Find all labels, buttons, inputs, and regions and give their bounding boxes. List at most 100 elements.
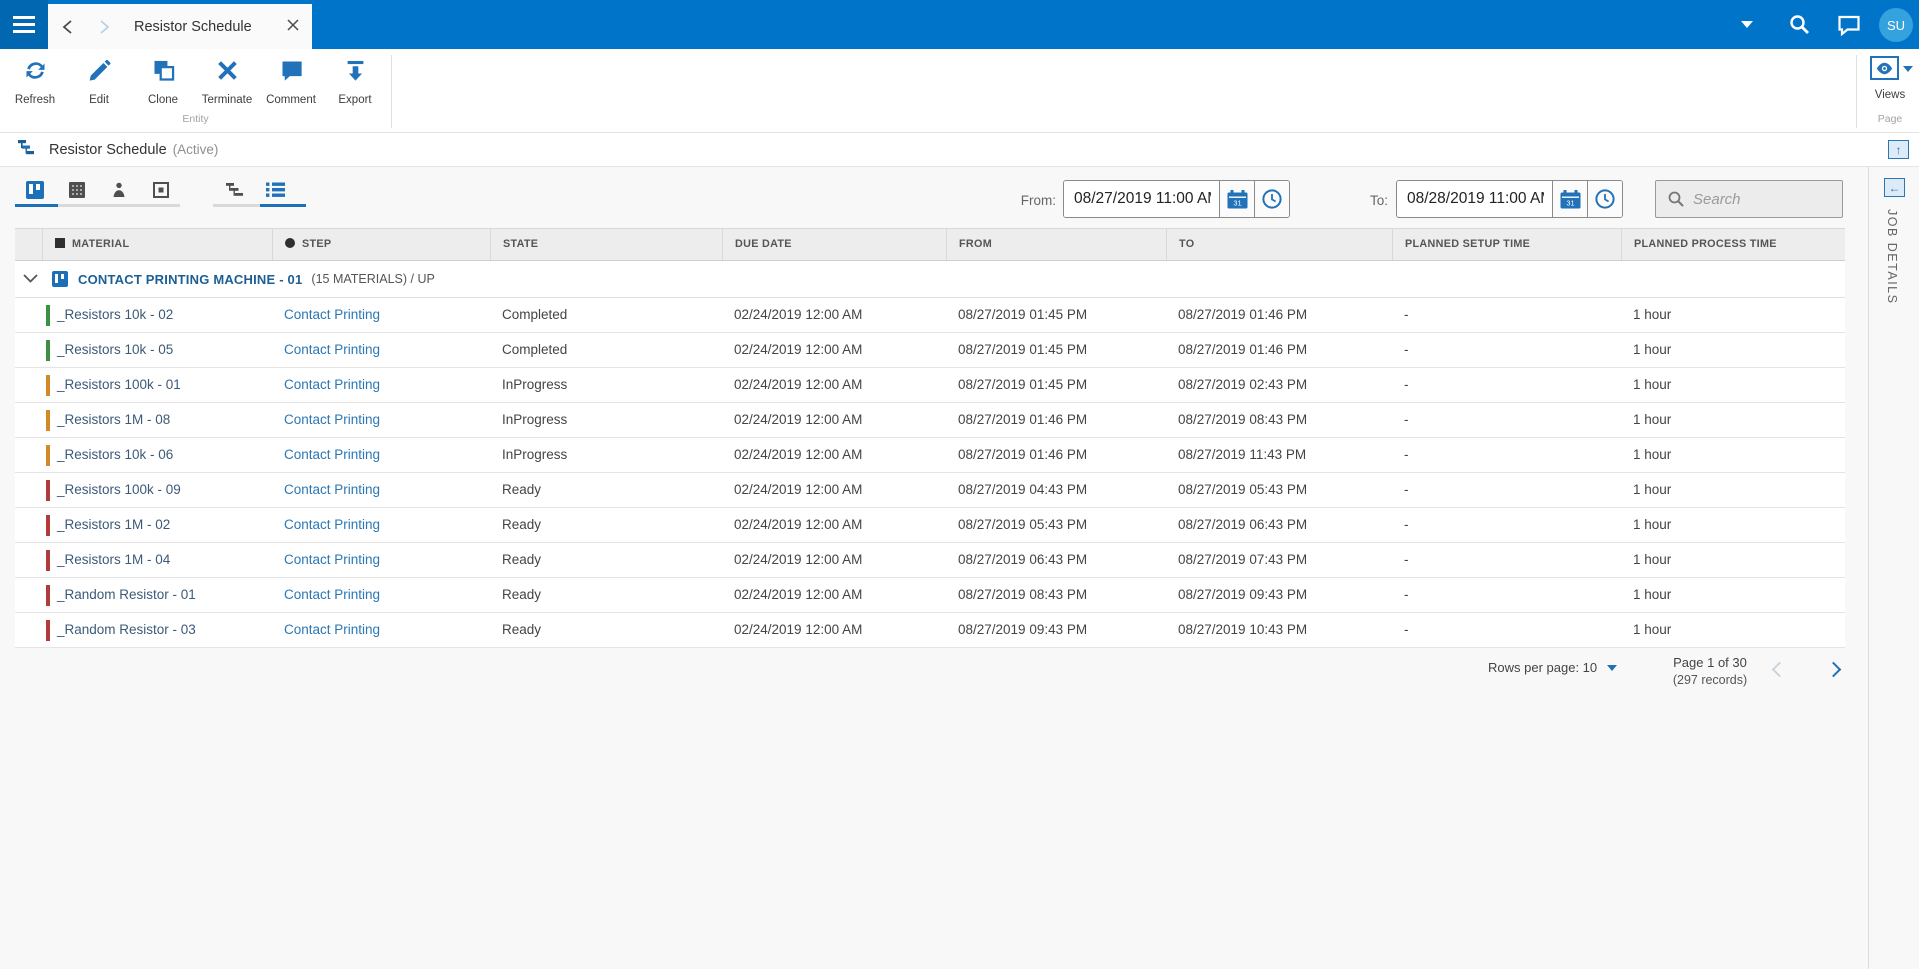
planned-process-cell: 1 hour — [1633, 587, 1672, 602]
toolbar-divider — [391, 55, 392, 128]
from-time-icon[interactable] — [1254, 181, 1289, 217]
step-link[interactable]: Contact Printing — [284, 587, 380, 602]
table-row[interactable]: _Resistors 10k - 06 Contact Printing InP… — [15, 438, 1845, 473]
edit-button[interactable]: Edit — [67, 55, 131, 111]
step-link[interactable]: Contact Printing — [284, 447, 380, 462]
col-due-date[interactable]: DUE DATE — [722, 229, 946, 260]
to-cell: 08/27/2019 08:43 PM — [1178, 412, 1308, 427]
planned-setup-cell: - — [1404, 517, 1409, 532]
collapse-group-chevron-icon[interactable] — [23, 270, 38, 288]
rows-per-page-select[interactable]: Rows per page: 10 — [1488, 660, 1618, 675]
step-link[interactable]: Contact Printing — [284, 412, 380, 427]
state-cell: InProgress — [502, 377, 568, 392]
col-planned-setup-time[interactable]: PLANNED SETUP TIME — [1392, 229, 1621, 260]
view-group2-underline — [213, 204, 306, 207]
col-material[interactable]: MATERIAL — [42, 229, 272, 260]
step-link[interactable]: Contact Printing — [284, 517, 380, 532]
col-to[interactable]: TO — [1166, 229, 1392, 260]
to-cell: 08/27/2019 01:46 PM — [1178, 342, 1308, 357]
terminate-button[interactable]: Terminate — [195, 55, 259, 111]
to-time-icon[interactable] — [1587, 181, 1622, 217]
col-planned-process-time[interactable]: PLANNED PROCESS TIME — [1621, 229, 1845, 260]
due-date-cell: 02/24/2019 12:00 AM — [734, 587, 863, 602]
forward-icon[interactable] — [96, 19, 112, 35]
table-row[interactable]: _Resistors 1M - 04 Contact Printing Read… — [15, 543, 1845, 578]
table-search-input[interactable] — [1693, 190, 1833, 208]
material-name[interactable]: _Resistors 1M - 02 — [57, 508, 170, 542]
view-list-icon[interactable] — [266, 181, 285, 199]
user-avatar[interactable]: SU — [1879, 8, 1913, 42]
step-link[interactable]: Contact Printing — [284, 482, 380, 497]
state-cell: Ready — [502, 482, 542, 497]
messages-icon[interactable] — [1836, 0, 1862, 49]
step-link[interactable]: Contact Printing — [284, 377, 380, 392]
refresh-button[interactable]: Refresh — [3, 55, 67, 111]
material-name[interactable]: _Random Resistor - 01 — [57, 578, 196, 612]
from-datetime-input[interactable] — [1064, 181, 1219, 217]
col-from[interactable]: FROM — [946, 229, 1166, 260]
material-name[interactable]: _Resistors 1M - 08 — [57, 403, 170, 437]
search-icon[interactable] — [1786, 0, 1812, 49]
status-color-bar — [46, 304, 50, 326]
view-gantt-icon[interactable] — [226, 181, 244, 199]
material-name[interactable]: _Resistors 10k - 06 — [57, 438, 173, 472]
comment-button[interactable]: Comment — [259, 55, 323, 111]
to-cell: 08/27/2019 06:43 PM — [1178, 517, 1308, 532]
col-step[interactable]: STEP — [272, 229, 490, 260]
col-state[interactable]: STATE — [490, 229, 722, 260]
to-calendar-icon[interactable]: 31 — [1552, 181, 1587, 217]
due-date-cell: 02/24/2019 12:00 AM — [734, 447, 863, 462]
status-color-bar — [46, 479, 50, 501]
step-link[interactable]: Contact Printing — [284, 307, 380, 322]
views-button[interactable] — [1870, 56, 1913, 80]
table-row[interactable]: _Resistors 1M - 02 Contact Printing Read… — [15, 508, 1845, 543]
svg-text:31: 31 — [1566, 199, 1574, 208]
state-cell: Ready — [502, 587, 542, 602]
export-button[interactable]: Export — [323, 55, 387, 111]
from-calendar-icon[interactable]: 31 — [1219, 181, 1254, 217]
next-page-icon[interactable] — [1825, 661, 1842, 678]
table-row[interactable]: _Resistors 100k - 01 Contact Printing In… — [15, 368, 1845, 403]
table-row[interactable]: _Resistors 1M - 08 Contact Printing InPr… — [15, 403, 1845, 438]
page-title: Resistor Schedule — [49, 141, 167, 158]
tab-resistor-schedule[interactable]: Resistor Schedule — [48, 4, 312, 49]
step-link[interactable]: Contact Printing — [284, 552, 380, 567]
table-row[interactable]: _Random Resistor - 03 Contact Printing R… — [15, 613, 1845, 648]
expand-panel-left-icon[interactable]: ← — [1884, 178, 1905, 197]
back-icon[interactable] — [60, 19, 76, 35]
status-badge: (Active) — [172, 142, 219, 157]
previous-page-icon[interactable] — [1771, 661, 1788, 678]
table-row[interactable]: _Random Resistor - 01 Contact Printing R… — [15, 578, 1845, 613]
to-datetime-input[interactable] — [1397, 181, 1552, 217]
material-name[interactable]: _Resistors 100k - 09 — [57, 473, 181, 507]
state-cell: Ready — [502, 552, 542, 567]
step-link[interactable]: Contact Printing — [284, 622, 380, 637]
machine-group-row[interactable]: CONTACT PRINTING MACHINE - 01 (15 MATERI… — [15, 261, 1845, 298]
machine-name[interactable]: CONTACT PRINTING MACHINE - 01 — [78, 272, 302, 287]
material-name[interactable]: _Resistors 10k - 02 — [57, 298, 173, 332]
step-link[interactable]: Contact Printing — [284, 342, 380, 357]
terminate-x-icon — [214, 55, 241, 89]
eye-icon — [1870, 56, 1899, 80]
chevron-down-icon[interactable] — [1735, 0, 1759, 49]
material-name[interactable]: _Resistors 100k - 01 — [57, 368, 181, 402]
view-matrix-icon[interactable] — [68, 181, 86, 199]
close-tab-icon[interactable] — [286, 18, 302, 34]
clone-button[interactable]: Clone — [131, 55, 195, 111]
material-name[interactable]: _Random Resistor - 03 — [57, 613, 196, 647]
comment-bubble-icon — [278, 55, 305, 89]
table-row[interactable]: _Resistors 10k - 05 Contact Printing Com… — [15, 333, 1845, 368]
table-row[interactable]: _Resistors 100k - 09 Contact Printing Re… — [15, 473, 1845, 508]
main-menu-button[interactable] — [0, 0, 48, 49]
material-name[interactable]: _Resistors 1M - 04 — [57, 543, 170, 577]
to-cell: 08/27/2019 01:46 PM — [1178, 307, 1308, 322]
planned-setup-cell: - — [1404, 342, 1409, 357]
view-operator-icon[interactable] — [110, 181, 128, 199]
to-cell: 08/27/2019 11:43 PM — [1178, 447, 1307, 462]
machine-board-icon — [52, 271, 68, 287]
view-resource-icon[interactable] — [152, 181, 170, 199]
collapse-panel-up-icon[interactable]: ↑ — [1888, 140, 1909, 159]
table-row[interactable]: _Resistors 10k - 02 Contact Printing Com… — [15, 298, 1845, 333]
material-name[interactable]: _Resistors 10k - 05 — [57, 333, 173, 367]
view-board-icon[interactable] — [26, 181, 44, 199]
